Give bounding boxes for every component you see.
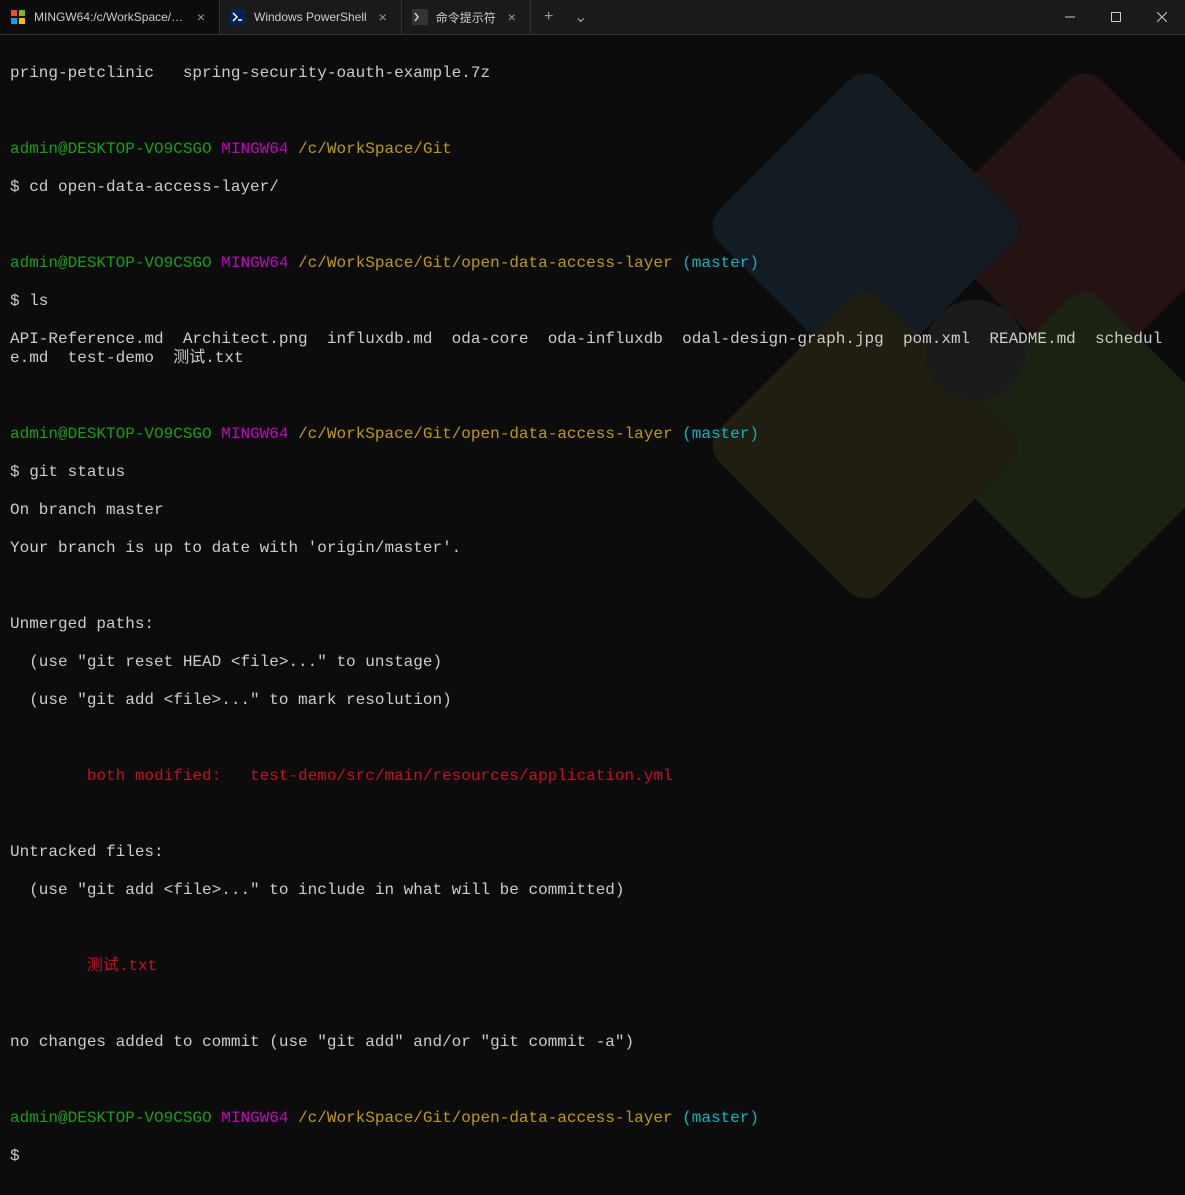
git-status-line: Untracked files:: [10, 843, 1175, 862]
tab-dropdown-button[interactable]: ⌄: [571, 7, 591, 27]
minimize-button[interactable]: [1047, 0, 1093, 34]
prompt-shell: MINGW64: [221, 254, 288, 272]
git-status-line: Unmerged paths:: [10, 615, 1175, 634]
prompt-branch: master: [692, 254, 750, 272]
prompt-line: admin@DESKTOP-VO9CSGO MINGW64 /c/WorkSpa…: [10, 1109, 1175, 1128]
git-status-line: (use "git add <file>..." to include in w…: [10, 881, 1175, 900]
git-unmerged-file: both modified: test-demo/src/main/resour…: [10, 767, 1175, 786]
command-line: $ cd open-data-access-layer/: [10, 178, 1175, 197]
command-line: $ ls: [10, 292, 1175, 311]
prompt-branch-open: (: [673, 425, 692, 443]
prompt-branch: master: [692, 1109, 750, 1127]
prompt-shell: MINGW64: [221, 140, 288, 158]
ls-output: API-Reference.md Architect.png influxdb.…: [10, 330, 1175, 368]
blank-line: [10, 995, 1175, 1014]
blank-line: [10, 387, 1175, 406]
blank-line: [10, 1071, 1175, 1090]
blank-line: [10, 102, 1175, 121]
prompt-branch-close: ): [749, 254, 759, 272]
prompt-path: /c/WorkSpace/Git/open-data-access-layer: [298, 254, 672, 272]
close-icon[interactable]: ×: [504, 9, 520, 25]
prompt-path: /c/WorkSpace/Git: [298, 140, 452, 158]
tab-actions: + ⌄: [531, 0, 599, 34]
git-status-line: (use "git reset HEAD <file>..." to unsta…: [10, 653, 1175, 672]
blank-line: [10, 805, 1175, 824]
close-icon[interactable]: ×: [375, 9, 391, 25]
git-untracked-file: 测试.txt: [10, 957, 1175, 976]
blank-line: [10, 729, 1175, 748]
tab-mingw64[interactable]: MINGW64:/c/WorkSpace/Git/op ×: [0, 0, 220, 34]
prompt-shell: MINGW64: [221, 425, 288, 443]
close-window-button[interactable]: [1139, 0, 1185, 34]
git-status-line: Your branch is up to date with 'origin/m…: [10, 539, 1175, 558]
tab-title: Windows PowerShell: [254, 10, 367, 24]
maximize-button[interactable]: [1093, 0, 1139, 34]
terminal-output[interactable]: pring-petclinic spring-security-oauth-ex…: [0, 35, 1185, 1195]
prompt-line: admin@DESKTOP-VO9CSGO MINGW64 /c/WorkSpa…: [10, 425, 1175, 444]
command-line: $ git status: [10, 463, 1175, 482]
prompt-user: admin@DESKTOP-VO9CSGO: [10, 254, 212, 272]
blank-line: [10, 919, 1175, 938]
cmd-icon: [412, 9, 428, 25]
unmerged-path: test-demo/src/main/resources/application…: [250, 767, 672, 785]
prompt-branch-open: (: [673, 254, 692, 272]
prompt-branch-open: (: [673, 1109, 692, 1127]
tabs-container: MINGW64:/c/WorkSpace/Git/op × Windows Po…: [0, 0, 1047, 34]
tab-powershell[interactable]: Windows PowerShell ×: [220, 0, 402, 34]
blank-line: [10, 577, 1175, 596]
prompt-path: /c/WorkSpace/Git/open-data-access-layer: [298, 425, 672, 443]
prompt-branch: master: [692, 425, 750, 443]
blank-line: [10, 216, 1175, 235]
prompt-path: /c/WorkSpace/Git/open-data-access-layer: [298, 1109, 672, 1127]
prompt-branch-close: ): [749, 425, 759, 443]
command-prompt-cursor[interactable]: $: [10, 1147, 1175, 1166]
git-bash-icon: [10, 9, 26, 25]
prompt-line: admin@DESKTOP-VO9CSGO MINGW64 /c/WorkSpa…: [10, 254, 1175, 273]
tab-title: 命令提示符: [436, 9, 496, 26]
git-status-line: On branch master: [10, 501, 1175, 520]
prompt-line: admin@DESKTOP-VO9CSGO MINGW64 /c/WorkSpa…: [10, 140, 1175, 159]
prompt-branch-close: ): [749, 1109, 759, 1127]
output-line: pring-petclinic spring-security-oauth-ex…: [10, 64, 1175, 83]
git-status-line: (use "git add <file>..." to mark resolut…: [10, 691, 1175, 710]
prompt-user: admin@DESKTOP-VO9CSGO: [10, 425, 212, 443]
window-controls: [1047, 0, 1185, 34]
powershell-icon: [230, 9, 246, 25]
unmerged-label: both modified:: [10, 767, 250, 785]
git-status-line: no changes added to commit (use "git add…: [10, 1033, 1175, 1052]
prompt-user: admin@DESKTOP-VO9CSGO: [10, 140, 212, 158]
prompt-shell: MINGW64: [221, 1109, 288, 1127]
tab-cmd[interactable]: 命令提示符 ×: [402, 0, 531, 34]
prompt-user: admin@DESKTOP-VO9CSGO: [10, 1109, 212, 1127]
tab-title: MINGW64:/c/WorkSpace/Git/op: [34, 10, 185, 24]
new-tab-button[interactable]: +: [539, 8, 559, 26]
close-icon[interactable]: ×: [193, 9, 209, 25]
